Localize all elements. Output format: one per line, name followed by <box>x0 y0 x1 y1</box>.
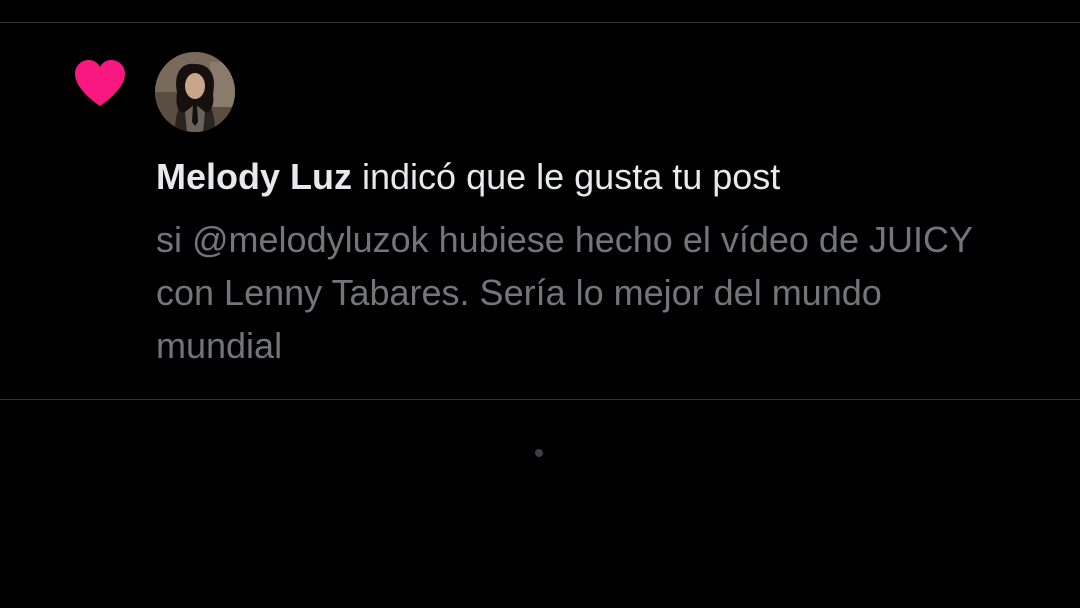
heart-icon <box>75 60 125 106</box>
notification-headline: Melody Luz indicó que le gusta tu post <box>156 152 1056 202</box>
user-avatar[interactable] <box>155 52 235 132</box>
tweet-text: si @melodyluzok hubiese hecho el vídeo d… <box>156 219 973 366</box>
loading-dot-icon <box>535 449 543 457</box>
bottom-divider <box>0 399 1080 400</box>
user-name-link[interactable]: Melody Luz <box>156 156 352 197</box>
avatar-image <box>155 52 235 132</box>
action-text: indicó que le gusta tu post <box>352 156 781 197</box>
